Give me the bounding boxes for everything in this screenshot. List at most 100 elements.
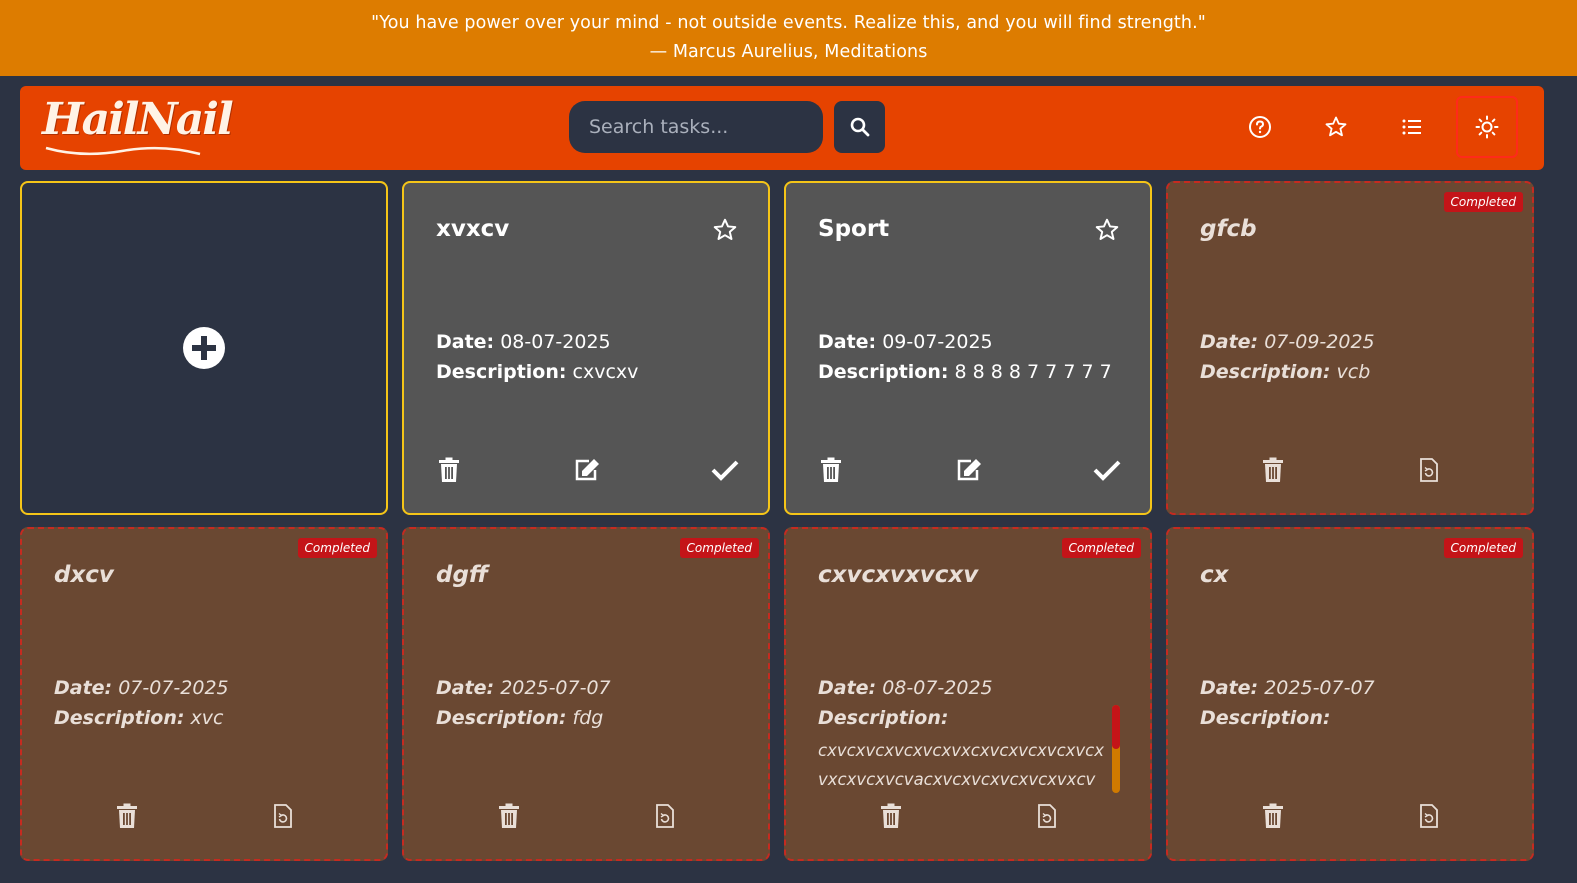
description-value: cxvcxv <box>572 361 639 383</box>
star-icon <box>1325 116 1347 137</box>
date-label: Date: <box>436 677 495 699</box>
trash-icon <box>1263 803 1283 828</box>
delete-button[interactable] <box>112 801 142 831</box>
status-badge: Completed <box>297 538 377 558</box>
file-restore-icon <box>1038 804 1056 828</box>
task-date: Date: 09-07-2025 <box>818 331 993 353</box>
plus-circle-icon[interactable] <box>182 326 226 370</box>
description-value: cxvcxvcxvcxvcxvxcxvcxvcxvcxvcxvxcxvcxvcv… <box>818 741 1105 789</box>
date-value: 08-07-2025 <box>882 677 993 699</box>
complete-button[interactable] <box>710 455 740 485</box>
status-badge: Completed <box>1443 538 1523 558</box>
description-label: Description: <box>818 707 949 729</box>
file-restore-icon <box>274 804 292 828</box>
quote-text: "You have power over your mind - not out… <box>371 13 1206 33</box>
date-label: Date: <box>818 331 877 353</box>
restore-button[interactable] <box>650 801 680 831</box>
date-value: 07-09-2025 <box>1264 331 1375 353</box>
task-title: cxvcxvxvcxv <box>818 562 979 588</box>
task-date: Date: 07-09-2025 <box>1200 331 1375 353</box>
theme-toggle-button[interactable] <box>1456 96 1518 158</box>
favorite-toggle[interactable] <box>1094 217 1120 247</box>
restore-button[interactable] <box>1414 801 1444 831</box>
task-title: Sport <box>818 216 890 242</box>
delete-button[interactable] <box>816 455 846 485</box>
description-label: Description: <box>436 361 567 383</box>
restore-button[interactable] <box>1032 801 1062 831</box>
trash-icon <box>1263 457 1283 482</box>
status-badge: Completed <box>1061 538 1141 558</box>
quote-banner: "You have power over your mind - not out… <box>0 0 1577 76</box>
logo-swash <box>45 146 201 156</box>
completed-task-card: Completed dgff Date: 2025-07-07 Descript… <box>402 527 770 861</box>
quote-author: — Marcus Aurelius, Meditations <box>649 42 928 62</box>
task-date: Date: 07-07-2025 <box>54 677 229 699</box>
description-label: Description: <box>1200 707 1331 729</box>
help-button[interactable] <box>1229 96 1291 158</box>
task-title: dgff <box>436 562 489 588</box>
date-value: 2025-07-07 <box>1264 677 1375 699</box>
favorite-toggle[interactable] <box>712 217 738 247</box>
file-restore-icon <box>656 804 674 828</box>
list-icon <box>1402 119 1421 135</box>
completed-task-card: Completed cx Date: 2025-07-07 Descriptio… <box>1166 527 1534 861</box>
trash-icon <box>499 803 519 828</box>
search-input[interactable] <box>569 101 823 153</box>
edit-button[interactable] <box>572 455 602 485</box>
check-icon <box>711 460 739 481</box>
date-value: 07-07-2025 <box>118 677 229 699</box>
completed-task-card: Completed cxvcxvxvcxv Date: 08-07-2025 D… <box>784 527 1152 861</box>
delete-button[interactable] <box>1258 801 1288 831</box>
check-icon <box>1093 460 1121 481</box>
task-date: Date: 2025-07-07 <box>1200 677 1375 699</box>
date-label: Date: <box>54 677 113 699</box>
restore-button[interactable] <box>268 801 298 831</box>
task-card: xvxcv Date: 08-07-2025 Description: cxvc… <box>402 181 770 515</box>
trash-icon <box>881 803 901 828</box>
task-date: Date: 08-07-2025 <box>436 331 611 353</box>
task-title: cx <box>1200 562 1229 588</box>
star-icon[interactable] <box>712 217 738 243</box>
task-card: Sport Date: 09-07-2025 Description: 8 8 … <box>784 181 1152 515</box>
task-description: Description: vcb <box>1200 361 1500 383</box>
description-scrollbar[interactable] <box>1112 705 1120 793</box>
date-value: 09-07-2025 <box>882 331 993 353</box>
sun-icon <box>1475 115 1499 139</box>
description-label: Description: <box>1200 361 1331 383</box>
description-label: Description: <box>818 361 949 383</box>
add-task-card[interactable] <box>20 181 388 515</box>
complete-button[interactable] <box>1092 455 1122 485</box>
completed-task-card: Completed dxcv Date: 07-07-2025 Descript… <box>20 527 388 861</box>
delete-button[interactable] <box>1258 455 1288 485</box>
delete-button[interactable] <box>434 455 464 485</box>
edit-icon <box>957 459 981 481</box>
date-label: Date: <box>1200 677 1259 699</box>
date-value: 2025-07-07 <box>500 677 611 699</box>
description-value: xvc <box>190 707 224 729</box>
task-description: Description: <box>1200 707 1500 729</box>
task-date: Date: 2025-07-07 <box>436 677 611 699</box>
status-badge: Completed <box>679 538 759 558</box>
app-header: HailNail <box>20 86 1544 170</box>
file-restore-icon <box>1420 458 1438 482</box>
task-description: Description: <box>818 707 1118 729</box>
search-button[interactable] <box>834 101 885 153</box>
edit-button[interactable] <box>954 455 984 485</box>
help-icon <box>1249 116 1271 138</box>
app-logo[interactable]: HailNail <box>42 94 234 145</box>
list-button[interactable] <box>1381 96 1443 158</box>
task-title: xvxcv <box>436 216 510 242</box>
date-label: Date: <box>436 331 495 353</box>
task-description: Description: cxvcxv <box>436 361 736 383</box>
delete-button[interactable] <box>494 801 524 831</box>
delete-button[interactable] <box>876 801 906 831</box>
description-label: Description: <box>54 707 185 729</box>
status-badge: Completed <box>1443 192 1523 212</box>
star-icon[interactable] <box>1094 217 1120 243</box>
date-label: Date: <box>818 677 877 699</box>
restore-button[interactable] <box>1414 455 1444 485</box>
task-title: gfcb <box>1200 216 1257 242</box>
favorites-button[interactable] <box>1305 96 1367 158</box>
edit-icon <box>575 459 599 481</box>
description-value: fdg <box>572 707 604 729</box>
